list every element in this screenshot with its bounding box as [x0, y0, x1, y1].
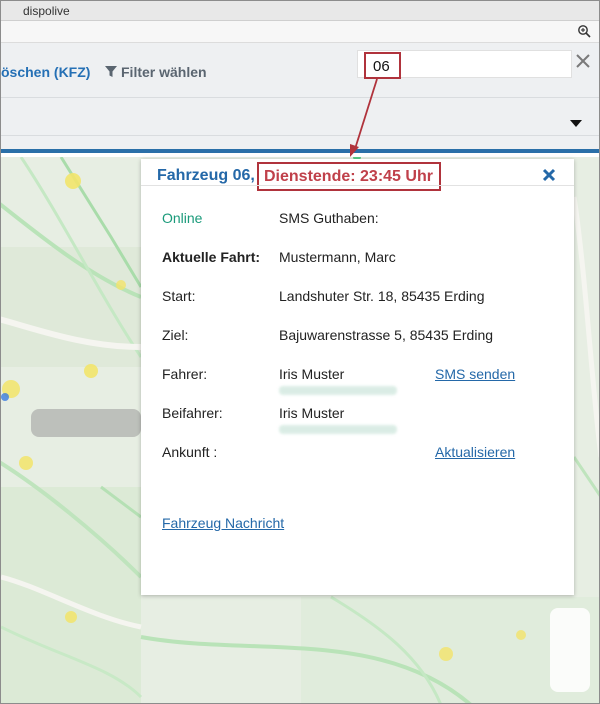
app-window: dispolive öschen (KFZ) Filter wählen 06 — [0, 0, 600, 704]
sms-credit-label: SMS Guthaben: — [279, 210, 379, 226]
delete-vehicle-link[interactable]: öschen (KFZ) — [1, 64, 90, 80]
toolbar-divider — [1, 135, 599, 136]
vehicle-message-link[interactable]: Fahrzeug Nachricht — [162, 515, 284, 531]
search-input[interactable]: 06 — [357, 50, 572, 79]
refresh-link[interactable]: Aktualisieren — [435, 444, 515, 460]
filter-button[interactable]: Filter wählen — [105, 64, 207, 80]
driver-phone-redacted — [279, 386, 397, 395]
popup-divider — [141, 185, 574, 186]
online-status: Online — [162, 210, 203, 226]
browser-bar — [1, 21, 599, 43]
codriver-phone-redacted — [279, 425, 397, 434]
codriver-value: Iris Muster — [279, 405, 345, 421]
search-value: 06 — [364, 52, 401, 79]
arrival-label: Ankunft : — [162, 444, 218, 460]
chevron-down-icon[interactable] — [570, 120, 582, 128]
destination-value: Bajuwarenstrasse 5, 85435 Erding — [279, 327, 494, 343]
title-bar: dispolive — [1, 1, 599, 21]
current-trip-value: Mustermann, Marc — [279, 249, 396, 265]
map-zoom-control[interactable] — [550, 608, 590, 692]
close-popup-icon[interactable] — [541, 167, 557, 183]
shift-end-label: Dienstende: 23:45 Uhr — [257, 162, 441, 191]
driver-value: Iris Muster — [279, 366, 345, 382]
codriver-label: Beifahrer: — [162, 405, 223, 421]
filter-label: Filter wählen — [121, 64, 207, 80]
toolbar: öschen (KFZ) Filter wählen 06 — [1, 43, 599, 153]
toolbar-divider — [1, 97, 599, 98]
destination-label: Ziel: — [162, 327, 189, 343]
close-icon[interactable] — [575, 53, 591, 69]
start-label: Start: — [162, 288, 196, 304]
current-trip-label: Aktuelle Fahrt: — [162, 249, 261, 265]
vehicle-info-popup: Fahrzeug 06, Dienstende: 23:45 Uhr Onlin… — [141, 159, 574, 595]
filter-icon — [105, 66, 117, 77]
driver-label: Fahrer: — [162, 366, 208, 382]
send-sms-link[interactable]: SMS senden — [435, 366, 515, 382]
window-title: dispolive — [23, 4, 70, 18]
zoom-icon[interactable] — [577, 24, 591, 38]
start-value: Landshuter Str. 18, 85435 Erding — [279, 288, 485, 304]
popup-title: Fahrzeug 06, — [157, 167, 255, 184]
